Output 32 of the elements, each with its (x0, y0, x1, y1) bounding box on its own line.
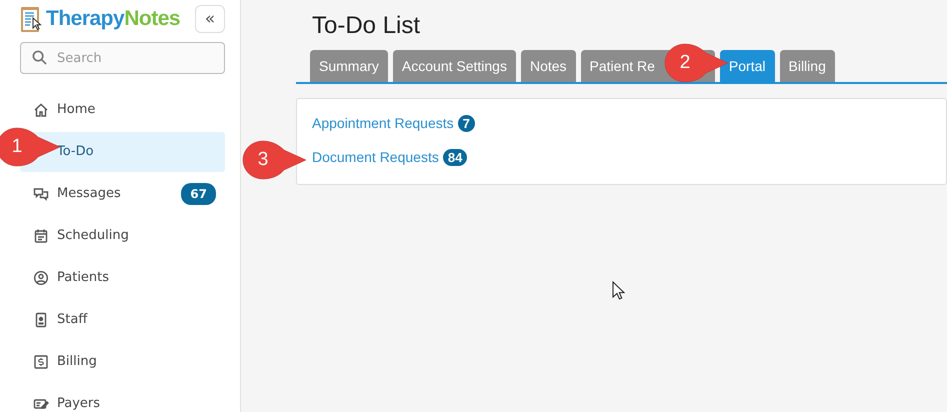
sidebar-item[interactable]: Patients (20, 258, 225, 298)
tab[interactable]: Notes (520, 50, 576, 82)
dollar-box-icon (33, 354, 49, 370)
tab[interactable]: Summary (310, 50, 388, 82)
collapse-button[interactable]: « (195, 5, 225, 33)
cursor-icon (612, 280, 625, 301)
tab[interactable]: Billing (780, 50, 835, 82)
count-badge: 67 (181, 183, 216, 205)
page-title: To-Do List (312, 11, 422, 40)
logo-text: TherapyNotes (46, 6, 180, 32)
sidebar-item[interactable]: Messages 67 (20, 174, 225, 214)
callout-number: 2 (678, 51, 692, 75)
id-badge-icon (33, 312, 49, 328)
chat-icon (33, 186, 49, 202)
sidebar-item[interactable]: Home (20, 90, 225, 130)
tab[interactable]: Account Settings (392, 50, 516, 82)
count-badge: 7 (458, 115, 475, 132)
sidebar-item[interactable]: Staff (20, 300, 225, 340)
callout-number: 3 (256, 148, 270, 172)
clipboard-logo-icon (20, 5, 42, 33)
sidebar-item[interactable]: Scheduling (20, 216, 225, 256)
sidebar-item[interactable]: Payers (20, 384, 225, 412)
person-circle-icon (33, 270, 49, 286)
request-link[interactable]: Appointment Requests 7 (312, 113, 475, 134)
request-link[interactable]: Document Requests 84 (312, 147, 468, 168)
calendar-icon (33, 228, 49, 244)
search-field[interactable]: Search (20, 42, 225, 74)
sidebar-item[interactable]: Billing (20, 342, 225, 382)
tab[interactable]: Portal (720, 50, 774, 82)
home-icon (33, 102, 49, 118)
count-badge: 84 (442, 149, 468, 166)
sidebar-item[interactable]: To-Do (20, 132, 225, 172)
